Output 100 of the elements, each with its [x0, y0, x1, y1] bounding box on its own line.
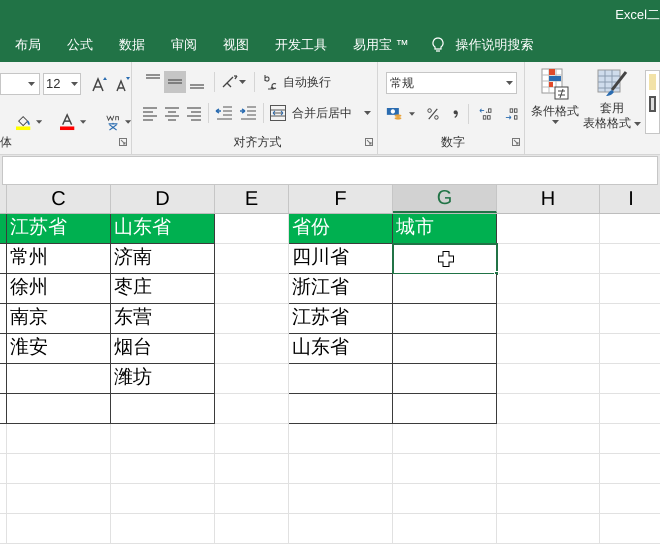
table-cell[interactable] [393, 334, 497, 364]
grid-cell[interactable] [497, 514, 600, 544]
format-as-table-button[interactable]: 套用 表格格式 [583, 68, 641, 154]
grid-cell[interactable] [289, 424, 393, 454]
grid-cell[interactable] [111, 424, 215, 454]
ribbon-tab[interactable]: 公式 [54, 31, 106, 59]
ribbon-tab[interactable]: 视图 [210, 31, 262, 59]
table-cell[interactable]: 江苏省 [289, 304, 393, 334]
grid-cell[interactable] [0, 484, 7, 514]
table-cell[interactable] [289, 394, 393, 424]
decrease-decimal-icon[interactable] [504, 106, 520, 122]
table-cell[interactable]: 枣庄 [111, 274, 215, 304]
table-cell[interactable] [0, 304, 7, 334]
column-header[interactable]: G [393, 185, 497, 213]
grid-cell[interactable] [0, 424, 7, 454]
grid-cell[interactable] [393, 454, 497, 484]
wrap-text-icon[interactable] [263, 73, 279, 91]
table-cell[interactable] [393, 274, 497, 304]
table-cell[interactable] [111, 394, 215, 424]
number-format-dropdown[interactable]: 常规 [386, 72, 517, 94]
ribbon-tab[interactable]: 开发工具 [262, 31, 340, 59]
grid-cell[interactable] [7, 454, 111, 484]
increase-indent-icon[interactable] [239, 105, 257, 121]
decrease-font-size-icon[interactable] [115, 76, 131, 92]
table-cell[interactable] [7, 394, 111, 424]
ribbon-tab[interactable]: 数据 [106, 31, 158, 59]
font-size-dropdown[interactable]: 12 [43, 73, 81, 95]
table-cell[interactable]: 东营 [111, 304, 215, 334]
merge-center-button[interactable]: 合并后居中 [292, 104, 352, 122]
grid-cell[interactable] [215, 454, 289, 484]
table-cell[interactable] [393, 244, 497, 274]
conditional-format-button[interactable]: 条件格式 [531, 68, 579, 154]
grid-cell[interactable] [289, 514, 393, 544]
grid-cell[interactable] [497, 244, 600, 274]
grid-cell[interactable] [215, 484, 289, 514]
grid-cell[interactable] [111, 484, 215, 514]
grid-cell[interactable] [215, 514, 289, 544]
grid-cell[interactable] [497, 424, 600, 454]
table-cell[interactable] [393, 364, 497, 394]
table-cell[interactable] [393, 304, 497, 334]
table-header-cell[interactable] [0, 214, 7, 244]
grid-cell[interactable] [393, 514, 497, 544]
table-cell[interactable]: 常州 [7, 244, 111, 274]
grid-cell[interactable] [497, 304, 600, 334]
grid-cell[interactable] [289, 454, 393, 484]
merge-cells-icon[interactable] [270, 105, 286, 121]
align-right-icon[interactable] [186, 104, 202, 122]
table-cell[interactable] [0, 274, 7, 304]
grid-cell[interactable] [7, 424, 111, 454]
font-color-icon[interactable] [60, 113, 76, 131]
table-cell[interactable] [0, 364, 7, 394]
grid-cell[interactable] [7, 514, 111, 544]
dialog-launcher-icon[interactable] [512, 138, 520, 146]
grid-cell[interactable] [497, 364, 600, 394]
fill-color-icon[interactable] [16, 113, 32, 131]
grid-cell[interactable] [111, 514, 215, 544]
table-cell[interactable]: 山东省 [289, 334, 393, 364]
column-header[interactable]: H [497, 185, 600, 213]
grid-cell[interactable] [7, 484, 111, 514]
column-header[interactable]: D [111, 185, 215, 213]
cell-styles-gallery[interactable] [645, 70, 660, 134]
column-header[interactable]: I [600, 185, 660, 213]
table-cell[interactable] [0, 244, 7, 274]
grid-cell[interactable] [497, 334, 600, 364]
percent-style-icon[interactable] [427, 107, 440, 121]
table-cell[interactable]: 浙江省 [289, 274, 393, 304]
grid-cell[interactable] [215, 424, 289, 454]
font-name-dropdown[interactable] [0, 73, 40, 95]
grid-cell[interactable] [497, 214, 600, 244]
grid-cell[interactable] [497, 274, 600, 304]
table-cell[interactable] [393, 394, 497, 424]
column-header[interactable]: C [7, 185, 111, 213]
tell-me-search[interactable]: 操作说明搜索 [456, 35, 534, 55]
dialog-launcher-icon[interactable] [119, 138, 127, 146]
table-cell[interactable]: 济南 [111, 244, 215, 274]
wrap-text-button[interactable]: 自动换行 [283, 73, 331, 91]
decrease-indent-icon[interactable] [215, 105, 233, 121]
vertical-align-middle-button[interactable] [164, 71, 186, 93]
grid-cell[interactable] [497, 484, 600, 514]
column-header[interactable]: E [215, 185, 289, 213]
ribbon-tab[interactable]: 审阅 [158, 31, 210, 59]
ribbon-tab[interactable]: 布局 [2, 31, 54, 59]
grid-cell[interactable] [0, 514, 7, 544]
increase-font-size-icon[interactable] [92, 76, 108, 92]
grid-cell[interactable] [393, 484, 497, 514]
table-cell[interactable] [289, 364, 393, 394]
grid-cell[interactable] [289, 484, 393, 514]
grid-cell[interactable] [0, 454, 7, 484]
dialog-launcher-icon[interactable] [365, 138, 373, 146]
grid-cell[interactable] [393, 424, 497, 454]
table-cell[interactable]: 南京 [7, 304, 111, 334]
ribbon-tab[interactable]: 易用宝 ™ [340, 31, 422, 59]
grid-cell[interactable] [111, 454, 215, 484]
table-cell[interactable]: 四川省 [289, 244, 393, 274]
comma-style-icon[interactable] [453, 109, 458, 119]
grid-cell[interactable] [497, 454, 600, 484]
formula-bar[interactable] [2, 156, 658, 184]
grid-cell[interactable] [497, 394, 600, 424]
table-cell[interactable] [0, 334, 7, 364]
table-cell[interactable]: 烟台 [111, 334, 215, 364]
